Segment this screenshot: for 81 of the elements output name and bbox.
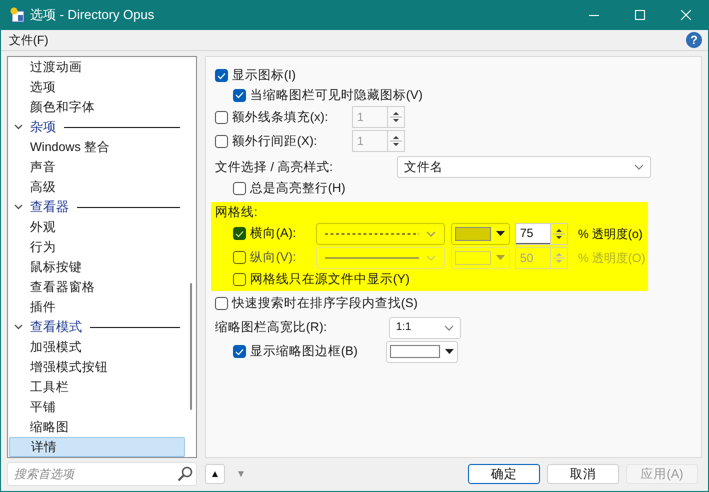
tree-item[interactable]: 外观 <box>9 217 185 237</box>
checkbox-label: 显示缩略图边框(B) <box>250 343 359 360</box>
tree-item[interactable]: 过渡动画 <box>9 57 185 77</box>
app-icon <box>9 7 25 23</box>
tree-group-header[interactable]: 杂项 <box>8 117 186 137</box>
tree-item[interactable]: 详情 <box>9 437 185 457</box>
tree-group-label: 查看模式 <box>30 318 82 336</box>
checkbox[interactable] <box>233 227 246 240</box>
checkbox-label: 网格线只在源文件中显示(Y) <box>250 270 410 288</box>
chevron-icon[interactable] <box>14 204 23 210</box>
tree-item[interactable]: 声音 <box>9 157 185 177</box>
tree-item[interactable]: 选项 <box>9 77 185 97</box>
checkbox[interactable] <box>233 345 246 358</box>
checkbox-label: 显示图标(I) <box>232 67 296 84</box>
tree-item[interactable]: 行为 <box>9 237 185 257</box>
number-spinner[interactable]: 75 <box>515 222 568 244</box>
window-title: 选项 - Directory Opus <box>30 6 154 24</box>
setting-label: 额外行间距(X): <box>232 132 318 150</box>
checkbox[interactable] <box>215 297 228 310</box>
line-style-dropdown[interactable] <box>316 222 445 244</box>
search-field[interactable]: 搜索首选项 <box>7 462 197 486</box>
checkbox-label: 快速搜索时在排序字段内查找(S) <box>232 295 418 312</box>
chevron-icon[interactable] <box>14 324 23 330</box>
checkbox[interactable] <box>233 251 246 264</box>
caret-icon <box>445 349 454 354</box>
help-button[interactable]: ? <box>686 32 702 48</box>
search-icon <box>177 466 193 482</box>
dropdown[interactable]: 1:1 <box>389 316 461 338</box>
checkbox-label: 纵向(V): <box>250 249 298 266</box>
tree-item[interactable]: 插件 <box>9 297 185 317</box>
tree-item[interactable]: 鼠标按键 <box>9 257 185 277</box>
scrollbar-thumb[interactable] <box>190 283 192 410</box>
tree-group-header[interactable]: 查看模式 <box>8 317 186 337</box>
checkbox[interactable] <box>233 272 246 286</box>
chevron-icon <box>426 230 436 236</box>
menu-item[interactable]: 文件(F) <box>7 31 50 49</box>
caret-icon <box>496 255 505 260</box>
tree-group-label: 查看器 <box>30 198 69 216</box>
tree-item[interactable]: 高级 <box>9 177 185 197</box>
caret-icon <box>496 231 505 236</box>
setting-label: 文件选择 / 高亮样式: <box>215 158 334 176</box>
tree-item[interactable]: 平铺 <box>9 397 185 417</box>
close-icon <box>681 10 691 20</box>
tree-item[interactable]: 查看器窗格 <box>9 277 185 297</box>
chevron-icon <box>426 254 436 260</box>
tree-item[interactable]: Windows 整合 <box>9 137 185 157</box>
dialog-button[interactable]: 取消 <box>547 464 619 484</box>
line-sample-icon <box>325 256 419 260</box>
checkbox[interactable] <box>215 69 228 82</box>
chevron-icon[interactable] <box>14 124 23 130</box>
dropdown[interactable]: 文件名 <box>397 156 651 178</box>
tree-group-label: 杂项 <box>30 118 56 136</box>
color-dropdown[interactable] <box>451 222 510 244</box>
tree-item[interactable]: 加强模式 <box>9 337 185 357</box>
color-dropdown[interactable] <box>451 246 510 268</box>
checkbox[interactable] <box>233 182 246 196</box>
move-up-button[interactable]: ▲ <box>205 464 225 484</box>
color-swatch <box>455 250 491 264</box>
tree-group-header[interactable]: 查看器 <box>8 197 186 217</box>
group-label: 网格线: <box>215 204 258 222</box>
opacity-label: % 透明度(o) <box>578 226 643 242</box>
checkbox-label: 横向(A): <box>250 225 298 242</box>
tree-item[interactable]: 颜色和字体 <box>9 97 185 117</box>
maximize-icon <box>635 10 645 20</box>
line-sample-icon <box>325 232 419 236</box>
color-dropdown[interactable] <box>386 340 458 362</box>
line-style-dropdown[interactable] <box>316 246 445 268</box>
tree-item[interactable]: 工具栏 <box>9 377 185 397</box>
chevron-icon <box>444 324 454 330</box>
checkbox-label: 总是高亮整行(H) <box>250 180 346 198</box>
tree-item[interactable]: 增强模式按钮 <box>9 357 185 377</box>
checkbox[interactable] <box>215 110 228 124</box>
chevron-icon <box>634 164 644 170</box>
checkbox[interactable] <box>215 134 228 148</box>
setting-label: 缩略图栏高宽比(R): <box>215 319 328 336</box>
setting-label: 额外线条填充(x): <box>232 108 330 126</box>
tree-item[interactable]: 缩略图 <box>9 417 185 437</box>
checkbox-label: 当缩略图栏可见时隐藏图标(V) <box>250 86 423 104</box>
checkbox[interactable] <box>233 88 246 102</box>
opacity-label: % 透明度(O) <box>578 250 646 266</box>
dialog-button[interactable]: 确定 <box>468 464 540 484</box>
